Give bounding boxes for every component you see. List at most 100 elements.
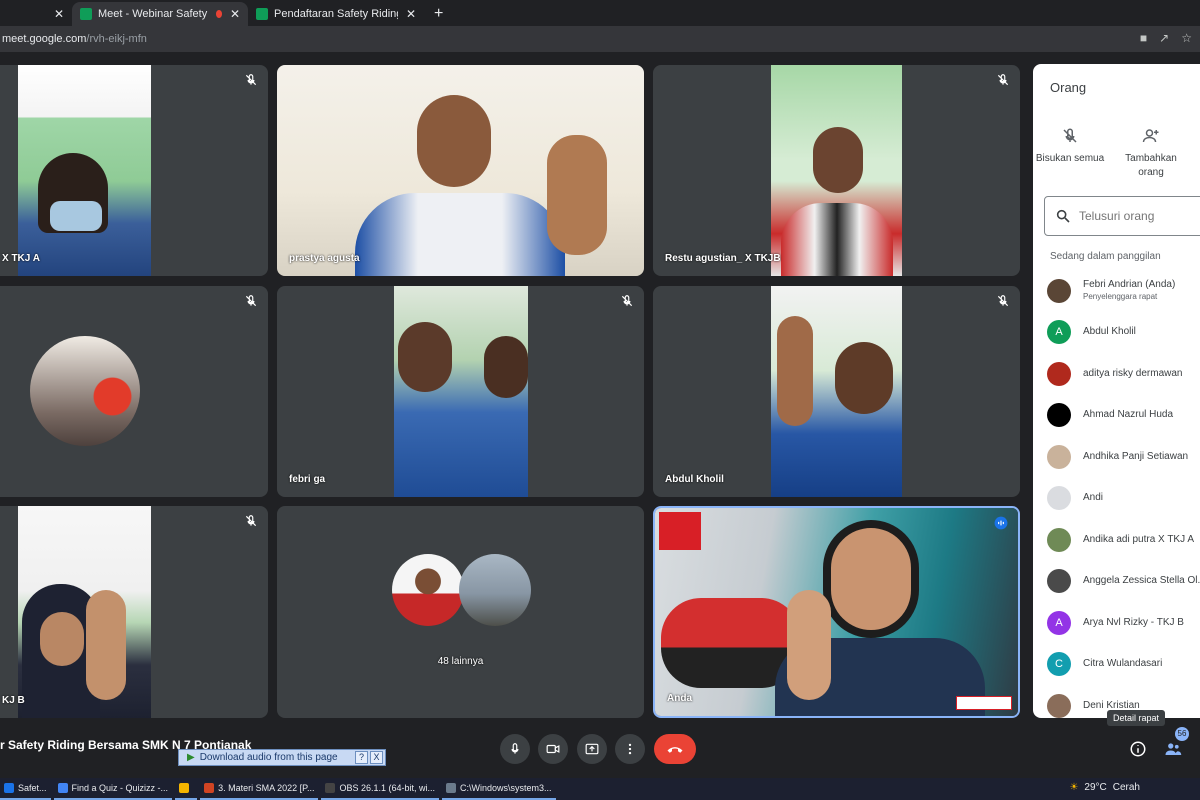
- people-icon: [1165, 743, 1182, 755]
- participant-name: febri ga: [289, 474, 326, 485]
- app-icon: [4, 783, 14, 793]
- search-input[interactable]: [1079, 209, 1189, 223]
- taskbar-item-label: C:\Windows\system3...: [460, 783, 552, 793]
- new-tab-button[interactable]: +: [424, 2, 453, 26]
- share-icon[interactable]: ↗: [1159, 31, 1169, 45]
- participant-list-name: Andi: [1083, 492, 1103, 504]
- app-icon: [204, 783, 215, 793]
- close-button[interactable]: X: [370, 751, 383, 764]
- taskbar-item[interactable]: [175, 778, 198, 800]
- participant-tile[interactable]: Abdul Kholil: [653, 286, 1020, 497]
- video-feed: [18, 65, 151, 276]
- leave-call-button[interactable]: [654, 734, 696, 764]
- taskbar-item[interactable]: Find a Quiz - Quizizz -...: [53, 778, 173, 800]
- participant-tile[interactable]: febri ga: [277, 286, 644, 497]
- star-icon[interactable]: ☆: [1181, 31, 1192, 45]
- weather-widget[interactable]: ☀ 29°C Cerah: [1069, 782, 1140, 793]
- microphone-button[interactable]: [500, 734, 530, 764]
- person-head: [417, 95, 491, 187]
- more-vert-icon: [628, 743, 632, 755]
- participant-list-item[interactable]: Febri Andrian (Anda) Penyelenggara rapat: [1047, 270, 1200, 312]
- taskbar-item-label: Safet...: [18, 783, 47, 793]
- mute-all-button[interactable]: Bisukan semua: [1033, 124, 1110, 166]
- participant-list-name: Citra Wulandasari: [1083, 658, 1162, 670]
- participant-list-item[interactable]: aditya risky dermawan: [1047, 353, 1200, 395]
- mic-off-icon: [245, 515, 257, 527]
- mic-off-icon: [245, 74, 257, 86]
- participant-avatar: [1047, 693, 1071, 718]
- search-people-box[interactable]: [1044, 196, 1200, 236]
- participant-name: Citra Wulandasari: [1083, 658, 1163, 670]
- mic-off-icon: [997, 295, 1009, 307]
- more-options-button[interactable]: [615, 734, 645, 764]
- mic-off-icon: [621, 295, 633, 307]
- participant-list-item[interactable]: Andi: [1047, 478, 1200, 520]
- video-feed: [771, 286, 902, 497]
- url-host: meet.google.com: [2, 33, 87, 45]
- taskbar-item[interactable]: Safet...: [0, 778, 51, 800]
- participant-tile[interactable]: prastya agusta: [277, 65, 644, 276]
- browser-tab-strip: ✕ Meet - Webinar Safety Riding ✕ Pendaft…: [0, 0, 1200, 26]
- panel-title: Orang: [1050, 80, 1087, 95]
- taskbar-item[interactable]: 3. Materi SMA 2022 [P...: [200, 778, 319, 800]
- recording-dot-icon: [215, 10, 222, 18]
- participant-tile[interactable]: KJ B: [0, 506, 268, 718]
- add-people-button[interactable]: Tambahkan orang: [1111, 124, 1191, 180]
- participant-list: Febri Andrian (Anda) Penyelenggara rapat A…: [1047, 270, 1200, 718]
- participant-list-name: Abdul Kholil: [1083, 326, 1136, 338]
- taskbar-item[interactable]: OBS 26.1.1 (64-bit, wi...: [321, 778, 439, 800]
- participant-role: Penyelenggara rapat: [1083, 291, 1158, 301]
- mic-off-icon: [997, 74, 1009, 86]
- participant-list-item[interactable]: A Abdul Kholil: [1047, 312, 1200, 354]
- participant-list-item[interactable]: Andika adi putra X TKJ A: [1047, 519, 1200, 561]
- participant-avatar: [1047, 444, 1071, 469]
- participant-name: Anggela Zessica Stella Ol.: [1083, 575, 1200, 587]
- person-head: [813, 127, 863, 193]
- close-icon[interactable]: ✕: [54, 7, 64, 21]
- camera-icon[interactable]: ■: [1140, 31, 1147, 45]
- participant-avatar: [392, 554, 464, 626]
- self-view-tile[interactable]: Anda: [653, 506, 1020, 718]
- taskbar-item[interactable]: C:\Windows\system3...: [442, 778, 556, 800]
- info-icon: [1130, 741, 1146, 757]
- weather-desc: Cerah: [1112, 782, 1140, 793]
- browser-tab-form[interactable]: Pendaftaran Safety Riding SMKN ✕: [248, 2, 424, 26]
- video-feed: [655, 508, 1018, 716]
- present-button[interactable]: [577, 734, 607, 764]
- participant-list-name: Andhika Panji Setiawan: [1083, 451, 1188, 463]
- participant-name: Andika adi putra X TKJ A: [1083, 533, 1194, 545]
- participant-name: aditya risky dermawan: [1083, 367, 1183, 379]
- close-icon[interactable]: ✕: [406, 7, 416, 21]
- participant-tile[interactable]: X TKJ A: [0, 65, 268, 276]
- help-button[interactable]: ?: [355, 751, 368, 764]
- meeting-details-tooltip: Detail rapat: [1107, 710, 1166, 726]
- download-audio-bar[interactable]: ▶ Download audio from this page ? X: [178, 749, 386, 766]
- participant-list-item[interactable]: Ahmad Nazrul Huda: [1047, 395, 1200, 437]
- meeting-details-button[interactable]: [1123, 734, 1153, 764]
- participant-list-item[interactable]: C Citra Wulandasari: [1047, 644, 1200, 686]
- participant-list-item[interactable]: A Arya Nvl Rizky - TKJ B: [1047, 602, 1200, 644]
- browser-tab-meet[interactable]: Meet - Webinar Safety Riding ✕: [72, 2, 248, 26]
- participant-list-name: aditya risky dermawan: [1083, 368, 1182, 380]
- play-icon: ▶: [187, 752, 195, 763]
- participant-avatar: [30, 336, 140, 446]
- participant-name: prastya agusta: [289, 253, 360, 264]
- camera-button[interactable]: [538, 734, 568, 764]
- section-heading: Sedang dalam panggilan: [1050, 251, 1161, 262]
- browser-tab-1[interactable]: ✕: [0, 2, 72, 26]
- person-head: [484, 336, 528, 398]
- video-feed: [771, 65, 902, 276]
- mic-off-icon: [1063, 128, 1077, 143]
- url-field[interactable]: meet.google.com/rvh-eikj-mfn: [0, 33, 147, 45]
- video-feed: [277, 65, 644, 276]
- more-participants-tile[interactable]: 48 lainnya: [277, 506, 644, 718]
- participant-tile[interactable]: [0, 286, 268, 497]
- meet-favicon-icon: [80, 8, 92, 20]
- participant-list-item[interactable]: Andhika Panji Setiawan: [1047, 436, 1200, 478]
- close-icon[interactable]: ✕: [230, 7, 240, 21]
- participant-list-item[interactable]: Anggela Zessica Stella Ol.: [1047, 561, 1200, 603]
- raised-hand: [787, 590, 831, 700]
- participant-tile[interactable]: Restu agustian_ X TKJB: [653, 65, 1020, 276]
- participant-avatar: A: [1047, 610, 1071, 635]
- sheets-favicon-icon: [256, 8, 268, 20]
